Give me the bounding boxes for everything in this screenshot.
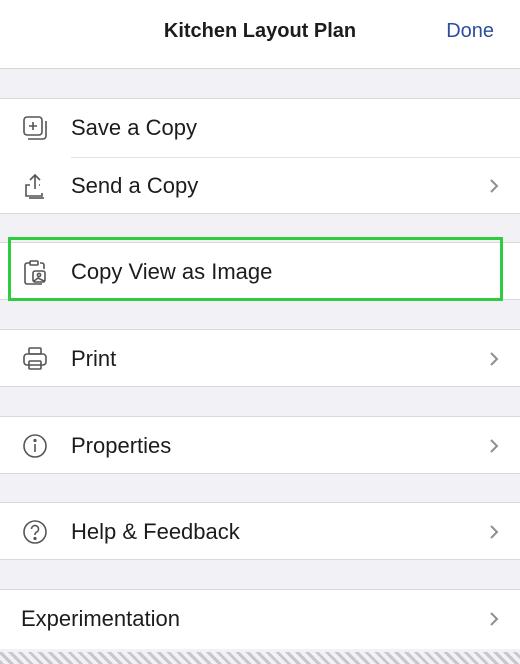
done-button[interactable]: Done <box>446 20 494 43</box>
page-title: Kitchen Layout Plan <box>163 20 357 42</box>
clipboard-image-icon <box>21 258 49 286</box>
properties-item[interactable]: Properties <box>0 417 520 475</box>
print-group: Print <box>0 329 520 387</box>
save-copy-label: Save a Copy <box>71 115 197 140</box>
copy-view-as-image-item[interactable]: Copy View as Image <box>0 243 520 301</box>
copy-view-label: Copy View as Image <box>71 259 273 284</box>
chevron-right-icon <box>490 525 499 539</box>
print-label: Print <box>71 346 117 371</box>
chevron-right-icon <box>490 352 499 366</box>
experimentation-group: Experimentation <box>0 589 520 649</box>
help-group: Help & Feedback <box>0 502 520 560</box>
experimentation-label: Experimentation <box>21 606 180 631</box>
help-icon <box>21 518 49 546</box>
share-icon <box>21 172 49 200</box>
save-copy-icon <box>21 114 49 142</box>
save-copy-item[interactable]: Save a Copy <box>0 99 520 157</box>
help-feedback-item[interactable]: Help & Feedback <box>0 503 520 561</box>
print-item[interactable]: Print <box>0 330 520 388</box>
torn-edge <box>0 652 520 664</box>
file-actions-group: Save a Copy Send a Copy <box>0 98 520 214</box>
help-feedback-label: Help & Feedback <box>71 519 240 544</box>
chevron-right-icon <box>490 612 499 626</box>
chevron-right-icon <box>490 439 499 453</box>
info-icon <box>21 432 49 460</box>
send-copy-item[interactable]: Send a Copy <box>0 157 520 215</box>
copy-view-group: Copy View as Image <box>0 242 520 300</box>
properties-group: Properties <box>0 416 520 474</box>
send-copy-label: Send a Copy <box>71 173 199 198</box>
chevron-right-icon <box>490 179 499 193</box>
printer-icon <box>21 345 49 373</box>
properties-label: Properties <box>71 433 172 458</box>
navigation-bar: Kitchen Layout Plan Done <box>0 0 520 69</box>
divider <box>71 157 520 158</box>
experimentation-item[interactable]: Experimentation <box>0 590 520 648</box>
